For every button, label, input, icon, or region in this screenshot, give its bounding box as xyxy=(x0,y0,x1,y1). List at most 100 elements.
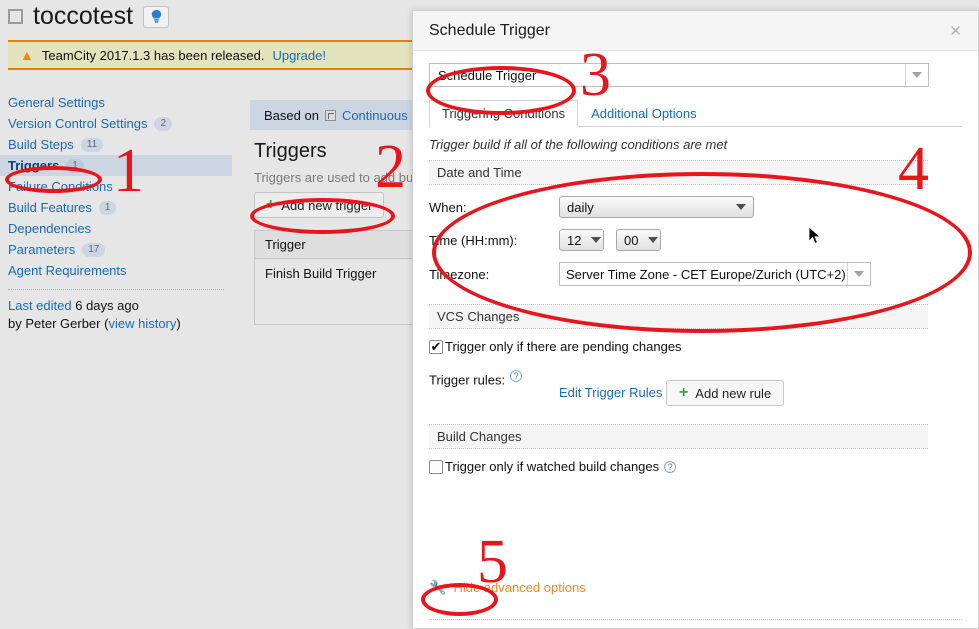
section-description: Triggers are used to add buil xyxy=(254,170,420,185)
trigger-type-select[interactable]: Schedule Trigger xyxy=(429,63,929,87)
sidebar-item-label: Version Control Settings xyxy=(8,116,148,131)
time-minutes-select[interactable]: 00 xyxy=(616,229,661,251)
add-new-rule-button[interactable]: + Add new rule xyxy=(665,380,785,406)
sidebar-item-badge: 1 xyxy=(98,200,117,215)
add-new-trigger-button[interactable]: + Add new trigger xyxy=(254,192,385,218)
last-edited-author: by Peter Gerber xyxy=(8,316,101,331)
tab-label: Triggering Conditions xyxy=(442,106,566,121)
watched-build-changes-label: Trigger only if watched build changes xyxy=(445,459,660,474)
time-hours-value: 12 xyxy=(567,232,582,248)
wrench-icon: 🔧 xyxy=(429,579,447,595)
chevron-down-icon[interactable] xyxy=(847,263,870,285)
dialog-hint: Trigger build if all of the following co… xyxy=(429,137,728,152)
last-edited-value: 6 days ago xyxy=(75,298,139,313)
when-value: daily xyxy=(567,199,594,215)
sidebar-item-parameters[interactable]: Parameters 17 xyxy=(0,239,232,260)
dialog-body: Schedule Trigger Triggering Conditions A… xyxy=(413,51,978,629)
template-icon xyxy=(324,109,336,121)
chevron-down-icon xyxy=(591,237,602,243)
timezone-select[interactable]: Server Time Zone - CET Europe/Zurich (UT… xyxy=(559,262,871,286)
warning-triangle-icon: ▲ xyxy=(20,47,34,63)
sidebar-item-label: Dependencies xyxy=(8,221,92,236)
hide-advanced-options-toggle[interactable]: 🔧 Hide advanced options xyxy=(429,579,586,596)
pending-changes-label: Trigger only if there are pending change… xyxy=(445,339,682,354)
last-edited-info: Last edited 6 days ago by Peter Gerber (… xyxy=(0,297,232,333)
plus-icon: + xyxy=(678,384,689,401)
sidebar-item-label: General Settings xyxy=(8,95,105,110)
time-minutes-value: 00 xyxy=(624,232,639,248)
trigger-rules-text: Trigger rules: xyxy=(429,372,506,388)
when-select[interactable]: daily xyxy=(559,196,754,218)
field-row-when: When: daily xyxy=(429,196,962,218)
sidebar-item-label: Parameters xyxy=(8,242,76,257)
tab-additional-options[interactable]: Additional Options xyxy=(578,100,710,127)
project-checkbox[interactable] xyxy=(8,9,23,24)
screenshot-root: toccotest ▲ TeamCity 2017.1.3 has been r… xyxy=(0,0,979,629)
label-trigger-rules: Trigger rules:? xyxy=(429,370,559,387)
page-title: toccotest xyxy=(33,2,134,30)
view-history-link[interactable]: view history xyxy=(108,316,176,331)
dialog-title: Schedule Trigger xyxy=(429,21,550,39)
time-hours-select[interactable]: 12 xyxy=(559,229,604,251)
label-when: When: xyxy=(429,199,467,215)
pending-changes-row: Trigger only if there are pending change… xyxy=(429,339,962,354)
upgrade-notification-text: TeamCity 2017.1.3 has been released. xyxy=(41,47,265,63)
upgrade-link[interactable]: Upgrade! xyxy=(272,48,325,63)
sidebar-item-label: Failure Conditions xyxy=(8,179,113,194)
tab-triggering-conditions[interactable]: Triggering Conditions xyxy=(429,100,579,127)
help-icon[interactable]: ? xyxy=(664,460,677,473)
dialog-tabs: Triggering Conditions Additional Options xyxy=(429,99,962,127)
edit-trigger-rules-link[interactable]: Edit Trigger Rules xyxy=(559,385,662,400)
sidebar-item-triggers[interactable]: Triggers 1 xyxy=(0,155,232,176)
chevron-down-icon xyxy=(648,237,659,243)
project-title-row: toccotest xyxy=(8,2,170,30)
field-row-timezone: Timezone: Server Time Zone - CET Europe/… xyxy=(429,262,962,286)
based-on-label: Based on xyxy=(264,107,319,123)
chevron-down-icon xyxy=(736,204,746,210)
sidebar-item-general-settings[interactable]: General Settings xyxy=(0,92,232,113)
sidebar-item-label: Agent Requirements xyxy=(8,263,127,278)
help-icon[interactable]: ? xyxy=(510,370,523,382)
group-heading-date-and-time: Date and Time xyxy=(429,160,928,185)
label-time: Time (HH:mm): xyxy=(429,232,518,248)
add-new-rule-label: Add new rule xyxy=(695,385,772,401)
close-icon[interactable]: ✕ xyxy=(945,22,966,40)
chevron-down-icon[interactable] xyxy=(905,64,928,86)
plus-icon: + xyxy=(266,196,276,213)
settings-sidebar: General Settings Version Control Setting… xyxy=(0,92,232,333)
add-new-trigger-label: Add new trigger xyxy=(281,197,373,213)
sidebar-item-build-steps[interactable]: Build Steps 11 xyxy=(0,134,232,155)
sidebar-item-build-features[interactable]: Build Features 1 xyxy=(0,197,232,218)
group-heading-build-changes: Build Changes xyxy=(429,424,928,449)
sidebar-item-agent-requirements[interactable]: Agent Requirements xyxy=(0,260,232,281)
watched-build-changes-checkbox[interactable] xyxy=(429,459,443,474)
label-timezone: Timezone: xyxy=(429,266,490,282)
hide-advanced-options-label: Hide advanced options xyxy=(453,580,586,595)
watched-build-changes-row: Trigger only if watched build changes ? xyxy=(429,459,962,474)
last-edited-link[interactable]: Last edited xyxy=(8,298,72,313)
trigger-type-value: Schedule Trigger xyxy=(438,67,537,83)
sidebar-item-badge: 2 xyxy=(154,116,173,131)
dialog-footer-divider xyxy=(429,619,962,620)
group-heading-vcs-changes: VCS Changes xyxy=(429,304,928,329)
sidebar-item-label: Build Features xyxy=(8,200,92,215)
sidebar-item-badge: 11 xyxy=(80,137,104,152)
pending-changes-checkbox[interactable] xyxy=(429,339,443,354)
sidebar-item-version-control-settings[interactable]: Version Control Settings 2 xyxy=(0,113,232,134)
based-on-template-link[interactable]: Continuous xyxy=(342,108,408,123)
tab-label: Additional Options xyxy=(591,106,697,121)
sidebar-item-label: Triggers xyxy=(8,158,60,173)
field-row-time: Time (HH:mm): 12 00 xyxy=(429,229,962,251)
sidebar-item-label: Build Steps xyxy=(8,137,74,152)
lightbulb-icon[interactable] xyxy=(143,5,170,28)
section-title: Triggers xyxy=(254,140,327,162)
timezone-value: Server Time Zone - CET Europe/Zurich (UT… xyxy=(566,266,846,282)
sidebar-divider xyxy=(8,289,224,290)
trigger-rules-row: Trigger rules:? Edit Trigger Rules + Add… xyxy=(429,370,962,406)
history-paren-close: ) xyxy=(176,316,181,331)
sidebar-item-badge: 1 xyxy=(66,158,84,173)
schedule-trigger-dialog: Schedule Trigger ✕ Schedule Trigger Trig… xyxy=(412,10,979,629)
sidebar-item-failure-conditions[interactable]: Failure Conditions xyxy=(0,176,232,197)
sidebar-item-badge: 17 xyxy=(82,242,106,257)
sidebar-item-dependencies[interactable]: Dependencies xyxy=(0,218,232,239)
